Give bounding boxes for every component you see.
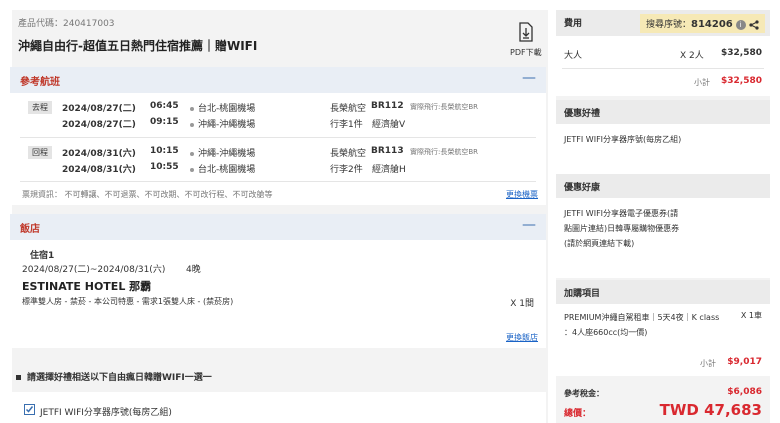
addon-text: PREMIUM沖繩自駕租車｜5天4夜｜K class ：4人座660cc(均一價…: [564, 313, 720, 337]
outbound-actual-carrier: 實際飛行:長榮航空BR: [410, 103, 479, 111]
outbound-arr-date: 2024/08/27(二): [62, 120, 136, 130]
gift-text: JETFI WIFI分享器序號(每房乙組): [564, 135, 682, 144]
product-code: 產品代碼：240417003: [18, 19, 115, 29]
pdf-download-label: PDF下載: [510, 48, 542, 57]
subtotal: $32,580: [721, 76, 762, 86]
adult-label: 大人: [564, 51, 583, 61]
gift-select-title: 請選擇好禮相送以下自由瘋日韓贈WIFI一選一: [16, 370, 212, 383]
download-file-icon: [519, 22, 533, 42]
hotel-box: 住宿1 2024/08/27(二)~2024/08/31(六) 4晚 ESTIN…: [10, 240, 546, 348]
divider: [562, 68, 764, 69]
pdf-download-button[interactable]: PDF下載: [510, 22, 542, 58]
outbound-flight-no: BR112: [371, 101, 404, 111]
discount-text: JETFI WIFI分享器電子優惠券(請點圖片連結)日韓專屬購物優惠券(請於網頁…: [564, 209, 680, 248]
gift-header: 優惠好禮: [556, 100, 770, 124]
addon-qty: X 1車: [740, 311, 762, 320]
total-label: 總價：: [564, 409, 592, 419]
search-number-badge: 搜尋序號：814206 i: [640, 14, 765, 33]
search-number-label: 搜尋序號：: [646, 20, 692, 30]
divider: [20, 181, 536, 182]
addon-subtotal: $9,017: [727, 357, 762, 367]
price-box: 大人 X 2人 $32,580 小計 $32,580: [556, 36, 770, 96]
inbound-dep-airport: 沖繩-沖繩機場: [186, 146, 255, 159]
ticket-rules: 票規資訊： 不可轉讓、不可退票、不可改期、不可改行程、不可改艙等: [22, 190, 273, 199]
flights-title: 參考航班: [20, 77, 60, 88]
inbound-actual-carrier: 實際飛行:長榮航空BR: [410, 148, 479, 156]
change-hotel-link[interactable]: 更換飯店: [506, 332, 538, 343]
info-icon[interactable]: i: [735, 19, 746, 30]
room-type: 標準雙人房 - 禁菸 - 本公司特惠 - 需求1張雙人床 - (禁菸房): [22, 297, 234, 306]
addon-box: PREMIUM沖繩自駕租車｜5天4夜｜K class ：4人座660cc(均一價…: [556, 304, 770, 376]
stay-label: 住宿1: [30, 251, 55, 261]
adult-qty: X 2人: [680, 51, 704, 61]
tax: $6,086: [727, 387, 762, 397]
inbound-flight-no: BR113: [371, 146, 404, 156]
stay-nights: 4晚: [186, 265, 201, 275]
discount-header: 優惠好康: [556, 174, 770, 198]
dot-icon: [190, 151, 194, 156]
outbound-dep-time: 06:45: [150, 101, 179, 111]
dot-icon: [190, 167, 194, 172]
hotel-title: 飯店: [20, 224, 40, 235]
change-flight-link[interactable]: 更換機票: [506, 189, 538, 200]
inbound-dep-time: 10:15: [150, 146, 179, 156]
outbound-airline: 長榮航空: [330, 104, 367, 114]
inbound-dep-date: 2024/08/31(六): [62, 149, 136, 159]
inbound-baggage: 行李2件: [330, 165, 363, 175]
room-count: X 1間: [510, 299, 534, 309]
gift-option-label: JETFI WIFI分享器序號(每房乙組): [40, 408, 172, 418]
share-icon[interactable]: [748, 19, 759, 30]
divider: [20, 137, 536, 138]
gift-option-box: JETFI WIFI分享器序號(每房乙組): [10, 392, 546, 423]
search-number: 814206: [691, 19, 733, 30]
gift-checkbox[interactable]: [24, 404, 35, 415]
bullet-icon: [16, 375, 21, 380]
hotel-header[interactable]: 飯店 —: [10, 214, 546, 240]
addon-header: 加購項目: [556, 280, 770, 304]
outbound-tag: 去程: [28, 101, 52, 114]
inbound-arr-time: 10:55: [150, 162, 179, 172]
outbound-dep-airport: 台北-桃園機場: [186, 101, 255, 114]
outbound-baggage: 行李1件: [330, 120, 363, 130]
outbound-dep-date: 2024/08/27(二): [62, 104, 136, 114]
inbound-arr-airport: 台北-桃園機場: [186, 162, 255, 175]
total-price: TWD 47,683: [659, 401, 762, 419]
tax-label: 參考稅金：: [564, 389, 604, 398]
adult-price: $32,580: [721, 48, 762, 58]
collapse-flights-icon[interactable]: —: [522, 70, 536, 86]
inbound-cabin: 經濟艙H: [372, 165, 406, 175]
outbound-arr-airport: 沖繩-沖繩機場: [186, 117, 255, 130]
summary-panel: 費用 搜尋序號：814206 i 大人 X 2人 $32,580 小計 $32,…: [556, 10, 770, 423]
gift-box: JETFI WIFI分享器序號(每房乙組): [556, 124, 770, 174]
dot-icon: [190, 106, 194, 111]
addon-subtotal-label: 小計: [700, 359, 716, 368]
inbound-tag: 回程: [28, 146, 52, 159]
outbound-cabin: 經濟艙V: [372, 120, 406, 130]
flights-box: 去程 2024/08/27(二) 06:45 台北-桃園機場 2024/08/2…: [10, 93, 546, 205]
outbound-arr-time: 09:15: [150, 117, 179, 127]
inbound-airline: 長榮航空: [330, 149, 367, 159]
inbound-arr-date: 2024/08/31(六): [62, 165, 136, 175]
collapse-hotel-icon[interactable]: —: [522, 217, 536, 233]
discount-box: JETFI WIFI分享器電子優惠券(請點圖片連結)日韓專屬購物優惠券(請於網頁…: [556, 198, 770, 278]
dot-icon: [190, 122, 194, 127]
flights-header[interactable]: 參考航班 —: [10, 67, 546, 93]
page-title: 沖繩自由行-超值五日熱門住宿推薦｜贈WIFI: [18, 39, 258, 53]
check-icon: [25, 406, 34, 413]
subtotal-label: 小計: [694, 78, 710, 87]
fee-label: 費用: [564, 19, 583, 29]
hotel-name: ESTINATE HOTEL 那霸: [22, 280, 152, 293]
stay-dates: 2024/08/27(二)~2024/08/31(六): [22, 265, 166, 275]
